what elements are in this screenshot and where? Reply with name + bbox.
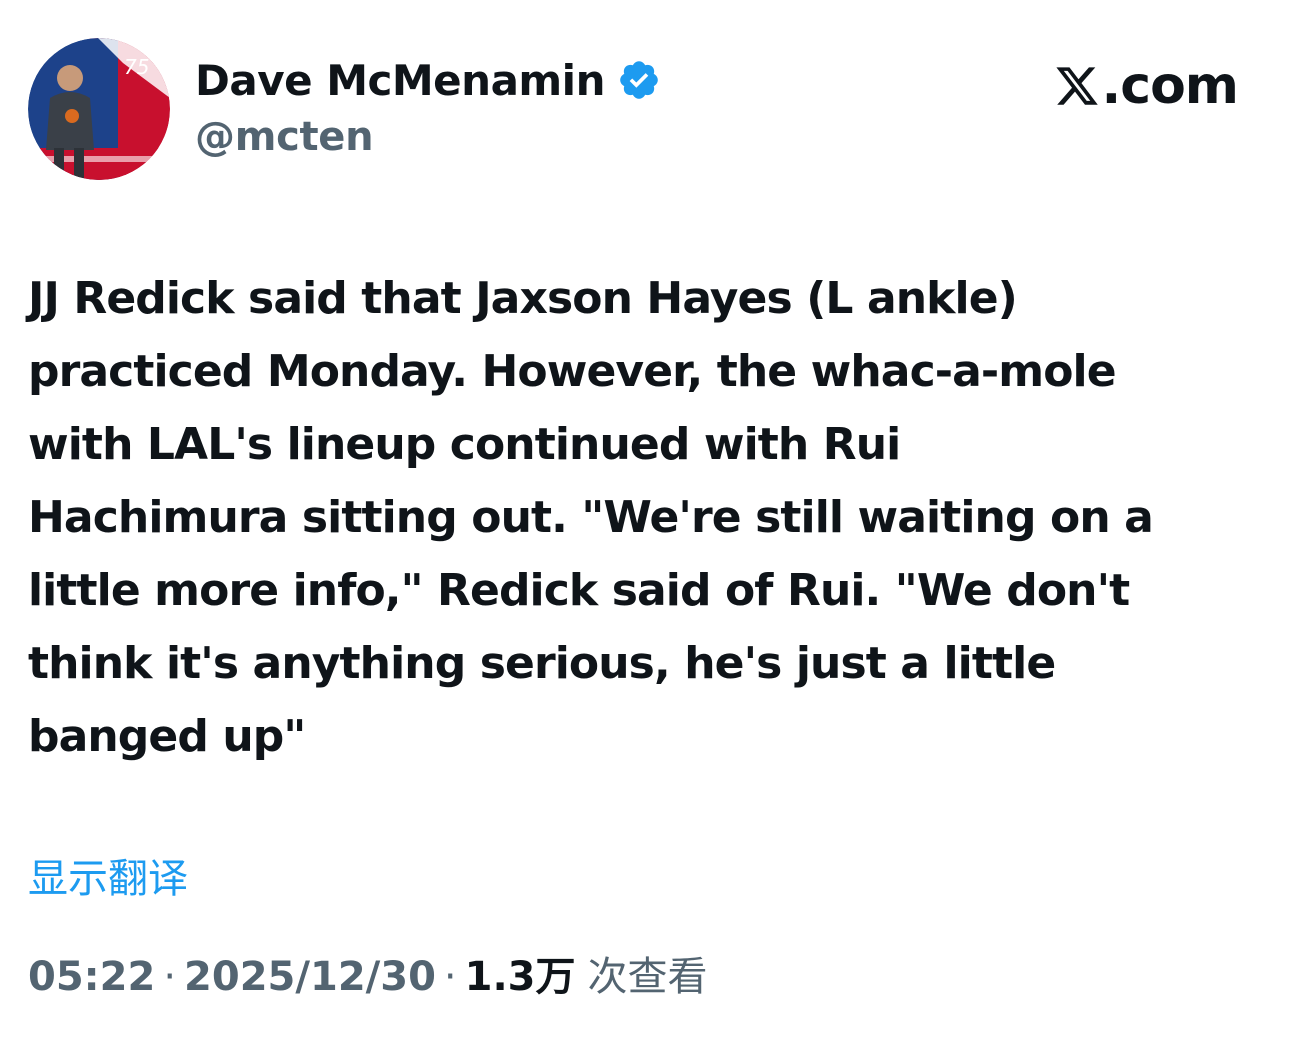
show-translation-link[interactable]: 显示翻译 bbox=[28, 846, 188, 904]
tweet-text: JJ Redick said that Jaxson Hayes (L ankl… bbox=[28, 273, 1154, 762]
tweet-date[interactable]: 2025/12/30 bbox=[184, 954, 436, 1000]
brand-text: .com bbox=[1101, 56, 1239, 116]
meta-separator: · bbox=[443, 954, 457, 1000]
brand-watermark: .com bbox=[1054, 56, 1239, 116]
view-count: 1.3万 bbox=[464, 954, 576, 1000]
tweet-time[interactable]: 05:22 bbox=[28, 954, 155, 1000]
handle[interactable]: @mcten bbox=[195, 114, 661, 160]
svg-text:75: 75 bbox=[124, 55, 149, 79]
verified-badge-icon bbox=[620, 61, 658, 99]
tweet-card: 75 Dave McMenamin @mcten .com JJ Redick … bbox=[0, 0, 1290, 1040]
name-row: Dave McMenamin bbox=[195, 52, 661, 108]
tweet-meta: 05:22 · 2025/12/30 · 1.3万 次查看 bbox=[28, 944, 708, 1002]
avatar[interactable]: 75 bbox=[28, 38, 170, 180]
x-logo-icon bbox=[1055, 67, 1098, 105]
meta-separator: · bbox=[163, 954, 177, 1000]
author-block: Dave McMenamin @mcten bbox=[195, 52, 661, 160]
display-name[interactable]: Dave McMenamin bbox=[195, 56, 605, 105]
views-label: 次查看 bbox=[587, 954, 708, 1000]
